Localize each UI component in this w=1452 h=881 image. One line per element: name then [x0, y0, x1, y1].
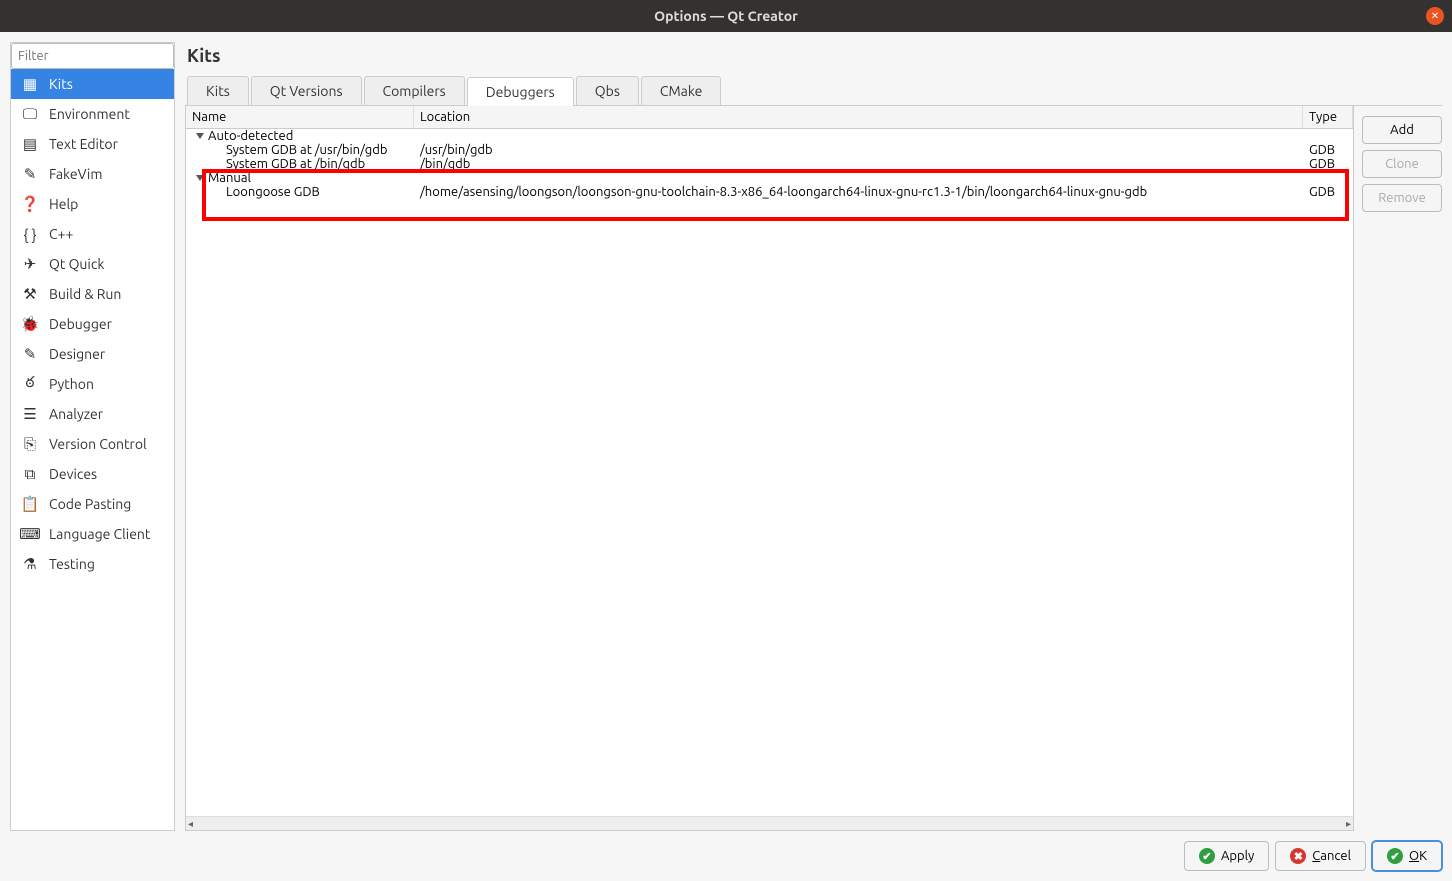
- clone-button: Clone: [1362, 150, 1442, 178]
- expand-icon: [196, 133, 204, 139]
- help-icon: ❓: [21, 195, 39, 213]
- remove-button: Remove: [1362, 184, 1442, 212]
- qtquick-icon: ✈: [21, 255, 39, 273]
- devices-icon: ⧉: [21, 465, 39, 483]
- cancel-button[interactable]: ✖Cancel: [1275, 841, 1366, 871]
- column-location[interactable]: Location: [414, 106, 1303, 128]
- language-client-icon: ⌨: [21, 525, 39, 543]
- tab-kits[interactable]: Kits: [187, 76, 249, 105]
- debugger-icon: 🐞: [21, 315, 39, 333]
- debuggers-tree: Name Location Type Auto-detectedSystem G…: [185, 106, 1354, 831]
- tree-group[interactable]: Auto-detected: [186, 129, 1353, 143]
- sidebar-item-language-client[interactable]: ⌨ Language Client: [11, 519, 174, 549]
- testing-icon: ⚗: [21, 555, 39, 573]
- tree-group[interactable]: Manual: [186, 171, 1353, 185]
- sidebar-item-label: Debugger: [49, 316, 112, 332]
- sidebar-item-environment[interactable]: 🖵 Environment: [11, 99, 174, 129]
- python-icon: ఠ: [21, 375, 39, 393]
- check-icon: ✔: [1387, 848, 1403, 864]
- sidebar-item-label: C++: [49, 226, 73, 242]
- sidebar-item-fakevim[interactable]: ✎ FakeVim: [11, 159, 174, 189]
- sidebar-item-testing[interactable]: ⚗ Testing: [11, 549, 174, 579]
- tree-header: Name Location Type: [186, 106, 1353, 129]
- sidebar-item-kits[interactable]: ▦ Kits: [11, 69, 174, 99]
- column-type[interactable]: Type: [1303, 106, 1353, 128]
- column-name[interactable]: Name: [186, 106, 414, 128]
- code-pasting-icon: 📋: [21, 495, 39, 513]
- dialog-button-bar: ✔Apply ✖Cancel ✔OK: [0, 831, 1452, 881]
- cancel-icon: ✖: [1290, 848, 1306, 864]
- check-icon: ✔: [1199, 848, 1215, 864]
- tabs: KitsQt VersionsCompilersDebuggersQbsCMak…: [185, 76, 1442, 106]
- close-button[interactable]: ✕: [1426, 7, 1444, 25]
- sidebar-item-designer[interactable]: ✎ Designer: [11, 339, 174, 369]
- kits-icon: ▦: [21, 75, 39, 93]
- version-control-icon: ⎘: [21, 435, 39, 453]
- sidebar-item-analyzer[interactable]: ☰ Analyzer: [11, 399, 174, 429]
- sidebar-item-qt-quick[interactable]: ✈ Qt Quick: [11, 249, 174, 279]
- sidebar-item-debugger[interactable]: 🐞 Debugger: [11, 309, 174, 339]
- expand-icon: [196, 175, 204, 181]
- tab-qt-versions[interactable]: Qt Versions: [251, 76, 362, 105]
- sidebar-item-label: Qt Quick: [49, 256, 104, 272]
- close-icon: ✕: [1431, 10, 1439, 22]
- tab-debuggers[interactable]: Debuggers: [467, 77, 574, 106]
- cpp-icon: { }: [21, 225, 39, 243]
- designer-icon: ✎: [21, 345, 39, 363]
- sidebar-item-build-run[interactable]: ⚒ Build & Run: [11, 279, 174, 309]
- tab-compilers[interactable]: Compilers: [364, 76, 465, 105]
- sidebar-item-label: Devices: [49, 466, 97, 482]
- sidebar-item-label: Designer: [49, 346, 105, 362]
- sidebar-item-label: Build & Run: [49, 286, 121, 302]
- titlebar: Options — Qt Creator ✕: [0, 0, 1452, 32]
- sidebar-item-devices[interactable]: ⧉ Devices: [11, 459, 174, 489]
- sidebar-item-label: Environment: [49, 106, 130, 122]
- horizontal-scrollbar[interactable]: ◂▸: [186, 816, 1353, 830]
- sidebar-item-label: Version Control: [49, 436, 147, 452]
- apply-button[interactable]: ✔Apply: [1184, 841, 1269, 871]
- sidebar-item-label: Testing: [49, 556, 95, 572]
- sidebar-item-code-pasting[interactable]: 📋 Code Pasting: [11, 489, 174, 519]
- text-editor-icon: ▤: [21, 135, 39, 153]
- sidebar: ▦ Kits 🖵 Environment ▤ Text Editor ✎ FakeVim ❓ He…: [10, 42, 175, 831]
- sidebar-item-label: Kits: [49, 76, 73, 92]
- sidebar-item-help[interactable]: ❓ Help: [11, 189, 174, 219]
- sidebar-item-label: Text Editor: [49, 136, 118, 152]
- sidebar-item-label: Python: [49, 376, 94, 392]
- page-title: Kits: [185, 42, 1442, 76]
- category-list: ▦ Kits 🖵 Environment ▤ Text Editor ✎ FakeVim ❓ He…: [11, 69, 174, 830]
- ok-button[interactable]: ✔OK: [1372, 841, 1442, 871]
- sidebar-item-label: FakeVim: [49, 166, 102, 182]
- sidebar-item-label: Analyzer: [49, 406, 103, 422]
- sidebar-item-python[interactable]: ఠ Python: [11, 369, 174, 399]
- sidebar-item-text-editor[interactable]: ▤ Text Editor: [11, 129, 174, 159]
- side-buttons: Add Clone Remove: [1362, 106, 1442, 831]
- environment-icon: 🖵: [21, 105, 39, 123]
- sidebar-item-c-[interactable]: { } C++: [11, 219, 174, 249]
- tab-cmake[interactable]: CMake: [641, 76, 722, 105]
- tree-row[interactable]: System GDB at /bin/gdb/bin/gdbGDB: [186, 157, 1353, 171]
- analyzer-icon: ☰: [21, 405, 39, 423]
- tree-row[interactable]: System GDB at /usr/bin/gdb/usr/bin/gdbGD…: [186, 143, 1353, 157]
- build-run-icon: ⚒: [21, 285, 39, 303]
- tree-body[interactable]: Auto-detectedSystem GDB at /usr/bin/gdb/…: [186, 129, 1353, 816]
- sidebar-item-label: Code Pasting: [49, 496, 131, 512]
- sidebar-item-version-control[interactable]: ⎘ Version Control: [11, 429, 174, 459]
- sidebar-item-label: Language Client: [49, 526, 150, 542]
- filter-input[interactable]: [11, 43, 174, 69]
- add-button[interactable]: Add: [1362, 116, 1442, 144]
- tab-qbs[interactable]: Qbs: [576, 76, 639, 105]
- window-title: Options — Qt Creator: [0, 8, 1452, 24]
- tree-row[interactable]: Loongoose GDB/home/asensing/loongson/loo…: [186, 185, 1353, 199]
- sidebar-item-label: Help: [49, 196, 78, 212]
- fakevim-icon: ✎: [21, 165, 39, 183]
